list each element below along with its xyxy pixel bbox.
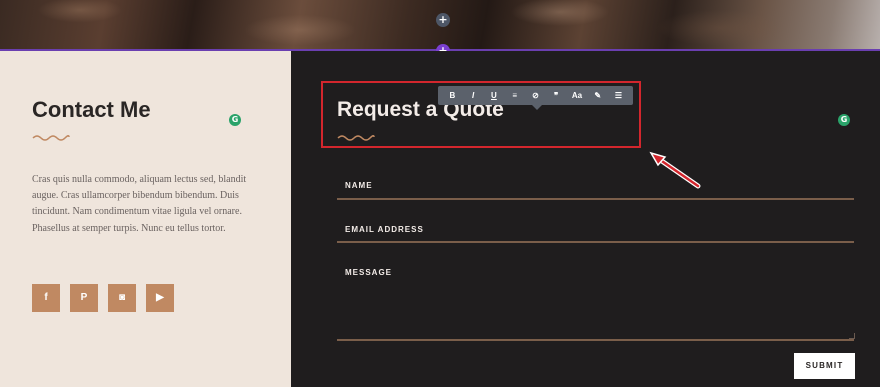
toolbar-caret [532,105,542,110]
submit-button[interactable]: SUBMIT [794,353,855,379]
facebook-icon[interactable]: f [32,284,60,312]
instagram-icon[interactable]: ◙ [108,284,136,312]
quote-icon[interactable]: ❞ [547,86,565,105]
message-field[interactable] [337,339,854,341]
email-field[interactable] [337,241,854,243]
underline-icon[interactable]: U [485,86,503,105]
message-field-label: MESSAGE [345,268,393,277]
text-format-toolbar: B I U ≡ ⊘ ❞ Aa ✎ ☰ [438,86,633,105]
italic-icon[interactable]: I [464,86,482,105]
grammarly-icon[interactable]: G [229,114,241,126]
text-size-icon[interactable]: Aa [568,86,586,105]
email-field-label: EMAIL ADDRESS [345,225,424,234]
contact-description[interactable]: Cras quis nulla commodo, aliquam lectus … [32,172,257,237]
bold-icon[interactable]: B [443,86,461,105]
textarea-resize-handle[interactable] [849,333,855,339]
text-color-icon[interactable]: ✎ [589,86,607,105]
add-row-button[interactable]: + [436,13,450,27]
contact-squiggle-divider [32,134,70,141]
align-icon[interactable]: ≡ [506,86,524,105]
annotation-arrow-icon [649,151,701,189]
youtube-icon[interactable]: ▶ [146,284,174,312]
list-icon[interactable]: ☰ [610,86,628,105]
link-icon[interactable]: ⊘ [526,86,544,105]
contact-title[interactable]: Contact Me [32,96,151,124]
name-field-label: NAME [345,181,373,190]
grammarly-icon[interactable]: G [838,114,850,126]
pinterest-icon[interactable]: P [70,284,98,312]
name-field[interactable] [337,198,854,200]
